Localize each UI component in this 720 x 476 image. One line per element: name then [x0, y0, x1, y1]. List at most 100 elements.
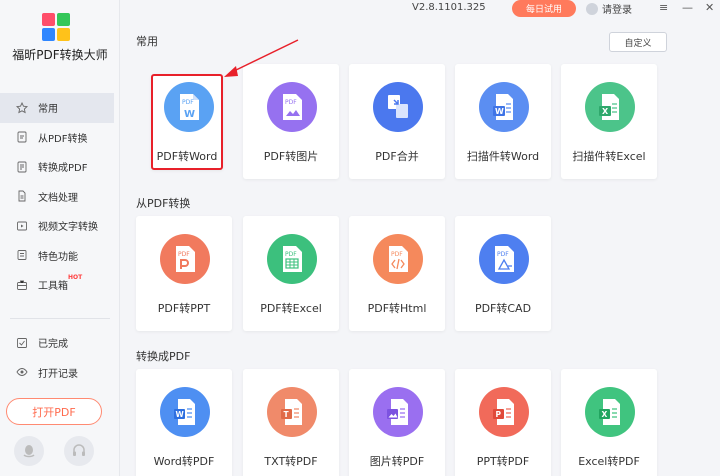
- svg-text:PDF: PDF: [497, 251, 509, 258]
- doc-icon: [16, 190, 28, 202]
- svg-text:W: W: [495, 107, 504, 116]
- word-pdf-icon: W: [160, 387, 210, 437]
- svg-text:X: X: [602, 107, 609, 116]
- eye-icon: [16, 366, 28, 378]
- pdf-ppt-icon: PDF: [160, 234, 210, 284]
- card-pdf-to-ppt[interactable]: PDF PDF转PPT: [136, 216, 232, 331]
- sidebar-item-features[interactable]: 特色功能: [0, 241, 114, 271]
- card-label: Excel转PDF: [578, 455, 640, 468]
- sidebar-item-label: 视频文字转换: [38, 222, 98, 234]
- sidebar-item-label: 工具箱: [38, 281, 68, 293]
- sidebar-item-label: 文档处理: [38, 192, 78, 204]
- sidebar-item-label: 常用: [38, 104, 58, 116]
- section-title-from-pdf: 从PDF转换: [136, 197, 191, 210]
- sidebar-item-common[interactable]: 常用: [0, 93, 114, 123]
- card-label: 扫描件转Excel: [572, 150, 646, 163]
- scan-word-icon: W: [479, 82, 529, 132]
- star-icon: [16, 101, 28, 114]
- card-label: PDF转Word: [156, 150, 218, 163]
- card-label: PDF转PPT: [157, 302, 211, 315]
- sidebar-item-video-text[interactable]: 视频文字转换: [0, 211, 114, 241]
- svg-text:PDF: PDF: [391, 251, 403, 258]
- svg-text:W: W: [176, 410, 185, 419]
- card-pdf-to-excel[interactable]: PDF PDF转Excel: [243, 216, 339, 331]
- login-label: 请登录: [602, 5, 632, 16]
- card-label: Word转PDF: [153, 455, 215, 468]
- qq-icon[interactable]: [14, 436, 44, 466]
- app-logo: [42, 13, 70, 41]
- svg-text:P: P: [496, 410, 502, 419]
- txt-pdf-icon: T: [267, 387, 317, 437]
- headset-icon[interactable]: [64, 436, 94, 466]
- svg-text:X: X: [602, 410, 608, 419]
- card-excel-to-pdf[interactable]: X Excel转PDF: [561, 369, 657, 476]
- scan-excel-icon: X: [585, 82, 635, 132]
- app-name: 福昕PDF转换大师: [12, 48, 108, 62]
- pdf-image-icon: PDF: [267, 82, 317, 132]
- pdf-excel-icon: PDF: [267, 234, 317, 284]
- card-word-to-pdf[interactable]: W Word转PDF: [136, 369, 232, 476]
- sidebar-item-label: 打开记录: [38, 368, 78, 380]
- card-pdf-merge[interactable]: PDF合并: [349, 64, 445, 179]
- sidebar-divider: [10, 318, 110, 319]
- feature-icon: [16, 249, 28, 261]
- avatar: [586, 2, 598, 15]
- video-icon: [16, 220, 28, 232]
- ppt-pdf-icon: P: [479, 387, 529, 437]
- close-icon[interactable]: ✕: [705, 2, 714, 14]
- sidebar-item-label: 特色功能: [38, 251, 78, 263]
- svg-text:PDF: PDF: [182, 99, 194, 106]
- svg-text:PDF: PDF: [285, 99, 297, 106]
- card-label: PDF转Html: [367, 302, 427, 315]
- card-label: PDF合并: [375, 150, 419, 163]
- card-label: TXT转PDF: [264, 455, 318, 468]
- card-label: PDF转图片: [263, 150, 319, 163]
- doc-out-icon: [16, 131, 28, 143]
- svg-text:W: W: [184, 109, 195, 120]
- card-ppt-to-pdf[interactable]: P PPT转PDF: [455, 369, 551, 476]
- minimize-icon[interactable]: —: [682, 2, 693, 14]
- card-scan-to-excel[interactable]: X 扫描件转Excel: [561, 64, 657, 179]
- sidebar-item-to-pdf[interactable]: 转换成PDF: [0, 152, 114, 182]
- card-pdf-to-cad[interactable]: PDF PDF转CAD: [455, 216, 551, 331]
- sidebar-nav: 常用 从PDF转换 转换成PDF 文档处理 视频文字转换 特色功能 工具箱 HO…: [0, 93, 114, 300]
- card-txt-to-pdf[interactable]: T TXT转PDF: [243, 369, 339, 476]
- menu-icon[interactable]: ≡: [659, 2, 668, 14]
- card-label: PDF转Excel: [260, 302, 322, 315]
- card-label: 扫描件转Word: [466, 150, 540, 163]
- card-scan-to-word[interactable]: W 扫描件转Word: [455, 64, 551, 179]
- svg-text:PDF: PDF: [178, 251, 190, 258]
- sidebar-item-doc-process[interactable]: 文档处理: [0, 182, 114, 212]
- hot-badge: HOT: [68, 274, 83, 281]
- section-title-common: 常用: [136, 35, 158, 48]
- card-pdf-to-word[interactable]: PDF W PDF转Word: [151, 74, 223, 170]
- login-link[interactable]: 请登录: [586, 1, 632, 16]
- sidebar-item-from-pdf[interactable]: 从PDF转换: [0, 123, 114, 153]
- card-label: 图片转PDF: [369, 455, 425, 468]
- card-image-to-pdf[interactable]: 图片转PDF: [349, 369, 445, 476]
- sidebar-bottom-nav: 已完成 打开记录: [0, 328, 114, 387]
- open-pdf-button[interactable]: 打开PDF: [6, 398, 102, 425]
- sidebar-item-toolbox[interactable]: 工具箱 HOT: [0, 270, 114, 300]
- pdf-merge-icon: [373, 82, 423, 132]
- customize-button[interactable]: 自定义: [609, 32, 667, 52]
- pdf-html-icon: PDF: [373, 234, 423, 284]
- daily-trial-button[interactable]: 每日试用: [512, 0, 576, 17]
- card-pdf-to-html[interactable]: PDF PDF转Html: [349, 216, 445, 331]
- sidebar-item-label: 转换成PDF: [38, 163, 88, 175]
- card-pdf-to-image[interactable]: PDF PDF转图片: [243, 64, 339, 179]
- svg-text:PDF: PDF: [285, 251, 297, 258]
- excel-pdf-icon: X: [585, 387, 635, 437]
- pdf-word-icon: PDF W: [164, 82, 214, 132]
- check-icon: [16, 337, 28, 349]
- card-label: PDF转CAD: [474, 302, 532, 315]
- doc-in-icon: [16, 161, 28, 173]
- sidebar-item-completed[interactable]: 已完成: [0, 328, 114, 358]
- sidebar-item-label: 从PDF转换: [38, 133, 88, 145]
- toolbox-icon: [16, 279, 28, 291]
- sidebar-item-open-history[interactable]: 打开记录: [0, 358, 114, 388]
- sidebar: 福昕PDF转换大师 常用 从PDF转换 转换成PDF 文档处理 视频文字转换 特…: [0, 0, 120, 476]
- pdf-cad-icon: PDF: [479, 234, 529, 284]
- sidebar-item-label: 已完成: [38, 339, 68, 351]
- card-label: PPT转PDF: [476, 455, 530, 468]
